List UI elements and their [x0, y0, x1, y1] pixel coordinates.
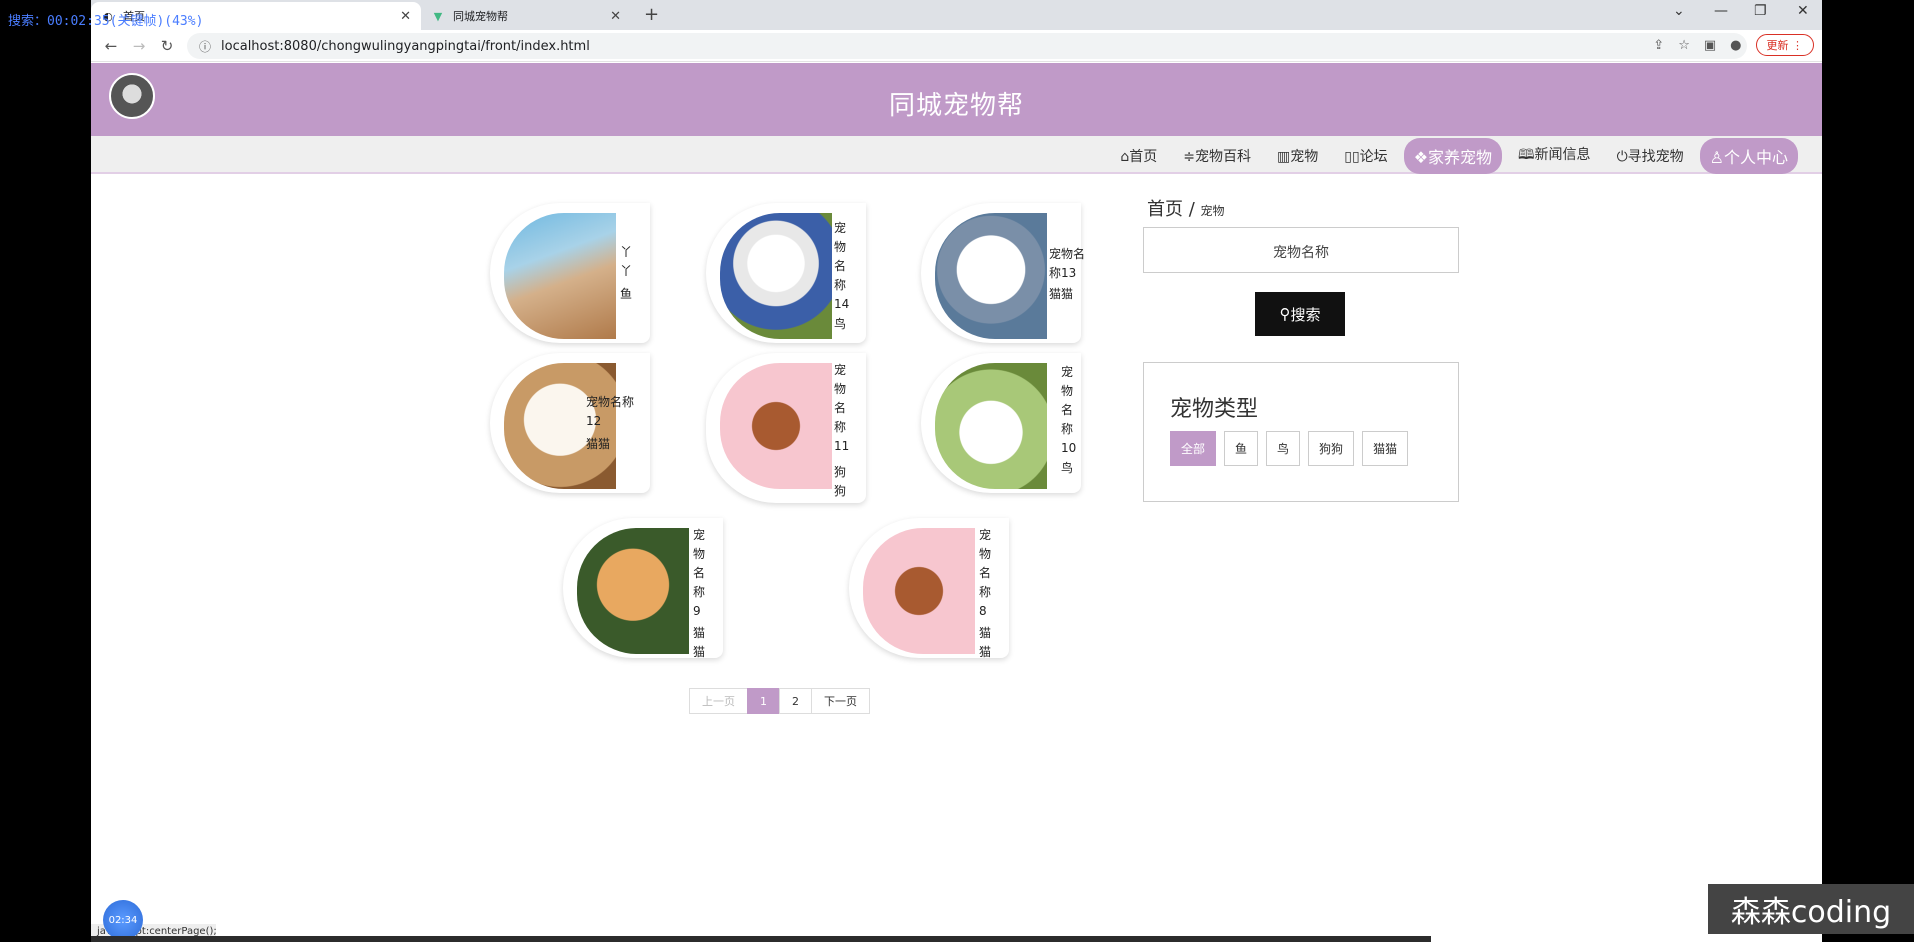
toolbar-actions: ⇪ ☆ ▣ ● 更新 ⋮: [1653, 34, 1814, 56]
nav-pets[interactable]: ▥宠物: [1267, 140, 1328, 172]
pet-name: 丫丫: [620, 245, 633, 278]
update-button[interactable]: 更新 ⋮: [1755, 34, 1814, 56]
pet-name: 宠物名称12: [586, 395, 635, 428]
tab-search-icon[interactable]: ⌄: [1673, 3, 1685, 19]
pet-name: 宠物名称9: [693, 528, 706, 618]
type-tag-dog[interactable]: 狗狗: [1308, 431, 1355, 466]
type-tag-bird[interactable]: 鸟: [1266, 431, 1301, 466]
type-tag-all[interactable]: 全部: [1170, 431, 1217, 466]
tab-label: 同城宠物帮: [453, 10, 508, 23]
forward-icon[interactable]: →: [125, 37, 153, 55]
type-tag-fish[interactable]: 鱼: [1224, 431, 1259, 466]
reload-icon[interactable]: ↻: [153, 37, 181, 55]
page-content: 同城宠物帮 ⌂首页 ≑宠物百科 ▥宠物 ▯▯论坛 ❖家养宠物 🕮新闻信息 ⏻寻找…: [91, 63, 1822, 942]
pet-image: [863, 528, 975, 654]
page-1-button[interactable]: 1: [747, 688, 780, 714]
close-icon[interactable]: ✕: [400, 9, 411, 24]
breadcrumb-current: 宠物: [1200, 204, 1225, 218]
nav-home-pets[interactable]: ❖家养宠物: [1403, 138, 1503, 174]
pet-card[interactable]: 宠物名称11 狗狗: [706, 353, 866, 503]
back-icon[interactable]: ←: [97, 37, 125, 55]
pet-name: 宠物名称11: [834, 363, 850, 453]
pet-type-filter: 宠物类型 全部 鱼 鸟 狗狗 猫猫: [1143, 362, 1459, 502]
pet-card[interactable]: 宠物名称13 猫猫: [921, 203, 1085, 343]
pagination: 上一页 1 2 下一页: [689, 688, 870, 714]
pet-type: 猫猫: [693, 626, 706, 659]
pet-image: [577, 528, 689, 654]
new-tab-button[interactable]: +: [644, 4, 659, 25]
nav-news[interactable]: 🕮新闻信息: [1508, 138, 1601, 174]
share-icon[interactable]: ⇪: [1653, 38, 1664, 53]
screen: 搜索：00:02:35(关键帧)(43%) ◐ 首页 ✕ ▼ 同城宠物帮 ✕ +…: [0, 0, 1914, 942]
tab-pet-site[interactable]: ▼ 同城宠物帮 ✕: [421, 2, 631, 30]
breadcrumb-home[interactable]: 首页: [1147, 199, 1183, 220]
pet-type: 狗狗: [834, 465, 847, 498]
browser-toolbar: ← → ↻ ⓘ localhost:8080/chongwulingyangpi…: [91, 30, 1822, 62]
pet-card[interactable]: 宠物名称14 鸟: [706, 203, 866, 343]
next-page-button[interactable]: 下一页: [811, 688, 870, 714]
pet-type: 鸟: [834, 317, 847, 331]
nav-user-center[interactable]: ♙个人中心: [1699, 138, 1798, 174]
address-bar[interactable]: ⓘ localhost:8080/chongwulingyangpingtai/…: [187, 33, 1747, 59]
info-icon[interactable]: ⓘ: [199, 38, 211, 55]
pet-name: 宠物名称13: [1049, 247, 1086, 280]
minimize-button[interactable]: —: [1714, 3, 1728, 19]
pet-type: 猫猫: [979, 626, 992, 659]
pet-type: 猫猫: [1049, 287, 1074, 301]
profile-icon[interactable]: ●: [1730, 38, 1741, 53]
pet-image: [935, 363, 1047, 489]
browser-window: ◐ 首页 ✕ ▼ 同城宠物帮 ✕ + ⌄ — ❐ ✕ ← → ↻ ⓘ local…: [91, 0, 1822, 942]
pet-name: 宠物名称14: [834, 221, 850, 311]
pet-type-title: 宠物类型: [1170, 397, 1259, 422]
recording-timer: 02:34: [103, 900, 143, 940]
sidepanel-icon[interactable]: ▣: [1704, 38, 1716, 53]
pet-image: [720, 363, 832, 489]
type-tag-cat[interactable]: 猫猫: [1362, 431, 1409, 466]
pet-card[interactable]: 宠物名称9 猫猫: [563, 518, 723, 659]
close-icon[interactable]: ✕: [610, 9, 621, 24]
pet-name: 宠物名称10: [1061, 365, 1077, 455]
url-text: localhost:8080/chongwulingyangpingtai/fr…: [221, 38, 590, 54]
pet-card[interactable]: 宠物名称12 猫猫: [490, 353, 650, 493]
pet-name-search-input[interactable]: 宠物名称: [1143, 227, 1459, 273]
nav-pet-encyclopedia[interactable]: ≑宠物百科: [1173, 140, 1261, 172]
watermark: 森森coding: [1708, 884, 1914, 934]
update-label: 更新: [1766, 39, 1789, 52]
pet-type: 鱼: [620, 287, 633, 301]
taskbar-strip: [91, 936, 1431, 942]
pet-image: [935, 213, 1047, 339]
pet-image: [720, 213, 832, 339]
pet-card[interactable]: 宠物名称8 猫猫: [849, 518, 1009, 659]
pet-card[interactable]: 宠物名称10 鸟: [921, 353, 1081, 493]
search-icon: ⚲: [1279, 305, 1291, 323]
page-2-button[interactable]: 2: [779, 688, 812, 714]
search-button-label: 搜索: [1290, 305, 1321, 324]
pet-image: [504, 213, 616, 339]
nav-forum[interactable]: ▯▯论坛: [1334, 140, 1397, 172]
breadcrumb-separator: /: [1188, 199, 1195, 220]
overlay-timestamp: 搜索：00:02:35(关键帧)(43%): [8, 14, 204, 29]
breadcrumb: 首页 / 宠物: [1147, 195, 1225, 221]
pet-card[interactable]: 丫丫 鱼: [490, 203, 650, 343]
search-button[interactable]: ⚲ 搜索: [1255, 292, 1345, 336]
site-nav: ⌂首页 ≑宠物百科 ▥宠物 ▯▯论坛 ❖家养宠物 🕮新闻信息 ⏻寻找宠物 ♙个人…: [91, 136, 1822, 174]
vue-icon: ▼: [433, 9, 443, 23]
bookmark-star-icon[interactable]: ☆: [1678, 38, 1690, 53]
tab-strip: ◐ 首页 ✕ ▼ 同城宠物帮 ✕ + ⌄ — ❐ ✕: [91, 0, 1822, 30]
nav-home[interactable]: ⌂首页: [1110, 140, 1167, 172]
site-header: 同城宠物帮: [91, 63, 1822, 136]
prev-page-button[interactable]: 上一页: [689, 688, 748, 714]
pet-name: 宠物名称8: [979, 528, 992, 618]
site-title: 同城宠物帮: [888, 91, 1024, 121]
pet-type: 猫猫: [586, 437, 611, 451]
close-window-button[interactable]: ✕: [1797, 3, 1809, 19]
restore-button[interactable]: ❐: [1754, 3, 1767, 19]
nav-find-pet[interactable]: ⏻寻找宠物: [1607, 140, 1694, 172]
pet-type: 鸟: [1061, 461, 1074, 475]
